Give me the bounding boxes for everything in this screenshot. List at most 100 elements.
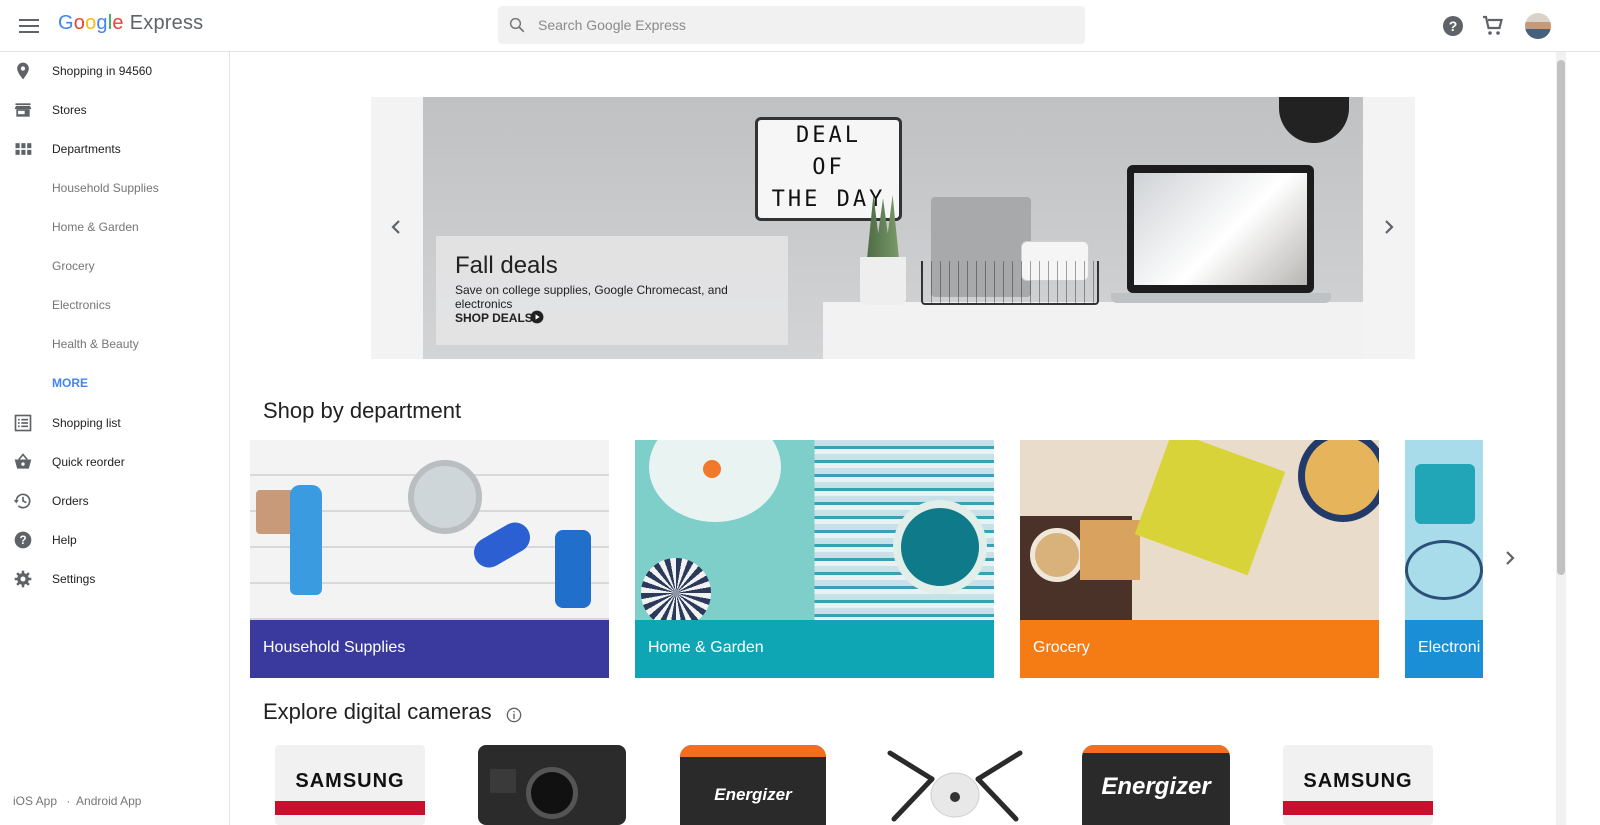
dept-card-household-supplies[interactable]: Household Supplies bbox=[250, 440, 609, 678]
sidebar-item-household-supplies[interactable]: Household Supplies bbox=[0, 169, 229, 208]
sidebar-item-label: Quick reorder bbox=[52, 455, 125, 469]
dept-label: Grocery bbox=[1033, 639, 1090, 656]
list-icon bbox=[14, 414, 32, 432]
sidebar-item-departments[interactable]: Departments bbox=[0, 130, 229, 169]
sidebar-item-label: Help bbox=[52, 533, 77, 547]
grid-icon bbox=[15, 143, 32, 155]
dept-image bbox=[250, 440, 609, 620]
dept-card-electronics[interactable]: Electroni bbox=[1405, 440, 1483, 678]
chevron-right-icon[interactable] bbox=[1381, 214, 1397, 240]
dept-card-home-garden[interactable]: Home & Garden bbox=[635, 440, 994, 678]
sidebar-item-label: Electronics bbox=[52, 298, 111, 312]
shop-deals-button[interactable]: SHOP DEALS bbox=[455, 311, 533, 325]
wire-basket-image bbox=[921, 261, 1099, 305]
dept-label: Household Supplies bbox=[263, 639, 406, 656]
product-card-drone[interactable] bbox=[880, 745, 1030, 825]
sign-line: THE DAY bbox=[771, 187, 886, 212]
product-brand: SAMSUNG bbox=[1303, 770, 1413, 792]
product-brand: Energizer bbox=[1101, 773, 1211, 800]
product-brand: Energizer bbox=[714, 785, 792, 804]
dept-image bbox=[635, 440, 994, 628]
search-icon[interactable] bbox=[508, 16, 526, 34]
hero-desk bbox=[823, 302, 1363, 359]
product-card-samsung-card[interactable]: SAMSUNG bbox=[275, 745, 425, 825]
avatar[interactable] bbox=[1525, 13, 1551, 39]
sidebar-item-electronics[interactable]: Electronics bbox=[0, 286, 229, 325]
sidebar-item-label: Settings bbox=[52, 572, 96, 586]
history-icon bbox=[13, 493, 31, 509]
sidebar-item-label: Household Supplies bbox=[52, 181, 159, 195]
sidebar-item-label: MORE bbox=[52, 376, 88, 390]
location-pin-icon bbox=[17, 62, 29, 80]
sidebar-item-label: Departments bbox=[52, 142, 121, 156]
departments-next-button[interactable] bbox=[1487, 531, 1533, 585]
svg-text:?: ? bbox=[1449, 18, 1458, 34]
sidebar-item-grocery[interactable]: Grocery bbox=[0, 247, 229, 286]
chevron-left-icon[interactable] bbox=[388, 214, 404, 240]
menu-icon[interactable] bbox=[18, 16, 40, 36]
sidebar-item-home-garden[interactable]: Home & Garden bbox=[0, 208, 229, 247]
sidebar-item-quick-reorder[interactable]: Quick reorder bbox=[0, 443, 229, 482]
sidebar-item-health-beauty[interactable]: Health & Beauty bbox=[0, 325, 229, 364]
sidebar-item-label: Shopping list bbox=[52, 416, 121, 430]
product-stripe bbox=[1283, 801, 1433, 815]
help-icon: ? bbox=[14, 531, 32, 549]
basket-icon bbox=[14, 453, 32, 469]
help-icon[interactable]: ? bbox=[1441, 14, 1465, 38]
dept-card-grocery[interactable]: Grocery bbox=[1020, 440, 1379, 678]
android-app-link[interactable]: Android App bbox=[76, 794, 141, 808]
cart-icon[interactable] bbox=[1481, 14, 1505, 38]
store-icon bbox=[14, 103, 32, 117]
app-links: iOS App · Android App bbox=[13, 794, 141, 808]
dept-label: Home & Garden bbox=[648, 639, 764, 656]
play-circle-icon[interactable] bbox=[530, 310, 544, 324]
page-scrollbar-thumb[interactable] bbox=[1557, 60, 1565, 575]
product-stripe bbox=[1082, 745, 1230, 753]
section-title-departments: Shop by department bbox=[263, 398, 462, 423]
ios-app-link[interactable]: iOS App bbox=[13, 794, 57, 808]
chevron-right-icon bbox=[1506, 551, 1515, 565]
search-box[interactable] bbox=[498, 6, 1085, 44]
sidebar-item-more[interactable]: MORE bbox=[0, 364, 229, 403]
sidebar-item-stores[interactable]: Stores bbox=[0, 91, 229, 130]
product-brand: SAMSUNG bbox=[295, 770, 405, 792]
deal-of-the-day-sign: DEAL OF THE DAY bbox=[755, 117, 902, 221]
promo-subtitle: Save on college supplies, Google Chromec… bbox=[455, 283, 728, 311]
svg-text:?: ? bbox=[19, 534, 26, 547]
sidebar-item-label: Health & Beauty bbox=[52, 337, 139, 351]
sidebar-item-settings[interactable]: Settings bbox=[0, 560, 229, 599]
product-card-energizer-batteries[interactable]: Energizer bbox=[680, 745, 826, 825]
gear-icon bbox=[14, 570, 32, 588]
sidebar: Shopping in 94560 Stores Departments Hou… bbox=[0, 52, 230, 825]
info-icon[interactable] bbox=[506, 707, 522, 723]
product-stripe bbox=[275, 801, 425, 815]
dept-label: Electroni bbox=[1418, 639, 1481, 656]
google-express-logo[interactable]: Google Express bbox=[58, 12, 203, 35]
product-card-samsung-card-2[interactable]: SAMSUNG bbox=[1283, 745, 1433, 825]
sidebar-item-label: Home & Garden bbox=[52, 220, 139, 234]
laptop-image bbox=[1127, 165, 1314, 293]
product-stripe bbox=[680, 745, 826, 757]
section-title-cameras: Explore digital cameras bbox=[263, 699, 492, 724]
sidebar-item-label: Shopping in 94560 bbox=[52, 64, 153, 78]
sidebar-item-label: Grocery bbox=[52, 259, 95, 273]
dept-image bbox=[1405, 440, 1483, 620]
hero-carousel: DEAL OF THE DAY Fall deals Save on colle… bbox=[371, 97, 1415, 359]
sidebar-item-label: Stores bbox=[52, 103, 87, 117]
search-input[interactable] bbox=[538, 6, 1068, 44]
sign-line: DEAL bbox=[796, 123, 861, 148]
sidebar-item-help[interactable]: ? Help bbox=[0, 521, 229, 560]
product-card-energizer-lithium[interactable]: Energizer bbox=[1082, 745, 1230, 825]
promo-card: Fall deals Save on college supplies, Goo… bbox=[436, 236, 788, 345]
sidebar-item-shopping-list[interactable]: Shopping list bbox=[0, 404, 229, 443]
sidebar-item-orders[interactable]: Orders bbox=[0, 482, 229, 521]
sign-line: OF bbox=[812, 155, 845, 180]
promo-title: Fall deals bbox=[455, 252, 558, 279]
logo-google: Google bbox=[58, 12, 124, 34]
sidebar-item-location[interactable]: Shopping in 94560 bbox=[0, 52, 229, 91]
top-app-bar: GoogleExpress ? bbox=[0, 0, 1600, 52]
drone-image bbox=[887, 750, 1023, 822]
product-card-action-camera[interactable] bbox=[478, 745, 626, 825]
logo-express: Express bbox=[129, 12, 204, 34]
plant-pot-image bbox=[860, 257, 906, 305]
